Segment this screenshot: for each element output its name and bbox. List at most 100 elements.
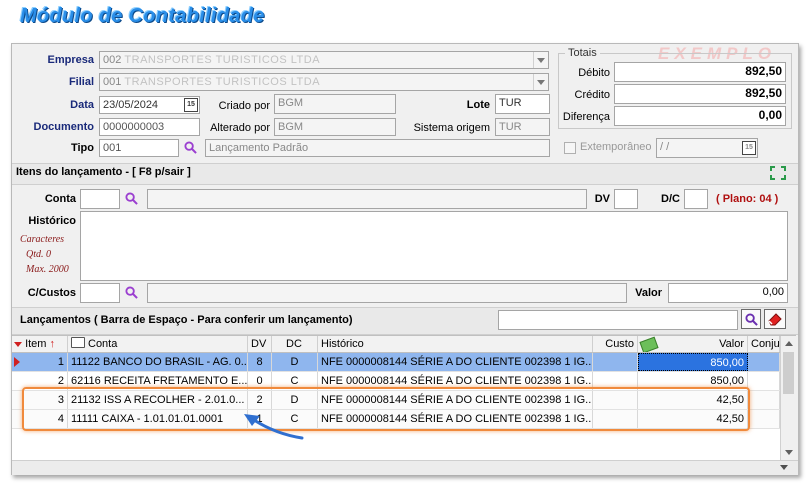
col-conta[interactable]: Conta <box>68 336 248 352</box>
tipo-field[interactable]: 001 <box>99 139 179 157</box>
search-icon[interactable] <box>184 141 197 154</box>
cell-dc: D <box>272 353 318 371</box>
data-value: 23/05/2024 <box>103 99 159 111</box>
chevron-down-icon[interactable] <box>780 465 788 470</box>
data-field[interactable]: 23/05/2024 15 <box>99 96 200 114</box>
conta-descricao <box>147 189 587 209</box>
sistema-origem-label: Sistema origem <box>413 122 490 134</box>
tipo-descricao: Lançamento Padrão <box>205 139 550 157</box>
documento-field[interactable]: 0000000003 <box>99 118 200 136</box>
plano-label: ( Plano: 04 ) <box>716 193 779 205</box>
max-label: Max. 2000 <box>26 264 69 275</box>
extemporaneo-date[interactable]: / / 15 <box>656 138 758 158</box>
grid-header: Item ↑ Conta DV DC Histórico Custo Valor… <box>12 336 780 353</box>
filial-label: Filial <box>68 76 94 88</box>
money-icon <box>639 336 659 352</box>
extemporaneo-label: Extemporâneo <box>580 141 652 153</box>
alterado-por-field[interactable]: BGM <box>274 118 396 136</box>
empresa-code: 002 <box>103 54 122 66</box>
vertical-scrollbar[interactable] <box>780 336 797 460</box>
cell-conju <box>748 372 780 390</box>
ccustos-input[interactable] <box>80 283 120 303</box>
dv-label: DV <box>594 193 610 205</box>
empresa-select[interactable]: 002 TRANSPORTES TURISTICOS LTDA <box>99 51 549 69</box>
status-strip <box>12 460 798 475</box>
sistema-origem-field[interactable]: TUR <box>495 118 550 136</box>
diferenca-label: Diferença <box>562 111 610 123</box>
sort-arrow-icon: ↑ <box>49 338 56 350</box>
col-item-label: Item <box>25 338 47 350</box>
criado-por-field[interactable]: BGM <box>274 94 396 114</box>
itens-title: Itens do lançamento - [ F8 p/sair ] <box>16 166 191 178</box>
cell-conju <box>748 410 780 428</box>
data-label: Data <box>70 99 94 111</box>
filial-select[interactable]: 001 TRANSPORTES TURISTICOS LTDA <box>99 73 549 91</box>
lote-label: Lote <box>466 99 490 111</box>
dc-label: D/C <box>661 193 680 205</box>
col-item[interactable]: Item ↑ <box>12 336 68 352</box>
eraser-icon <box>768 313 782 326</box>
cell-conju <box>748 391 780 409</box>
calendar-icon[interactable]: 15 <box>184 98 198 112</box>
credito-value: 892,50 <box>614 84 786 104</box>
documento-label: Documento <box>33 121 95 133</box>
cell-conta: 11122 BANCO DO BRASIL - AG. 0... <box>68 353 248 371</box>
historico-textarea[interactable] <box>80 211 788 281</box>
caracteres-label: Caracteres <box>20 234 65 245</box>
dv-input[interactable] <box>614 189 638 209</box>
filial-name-masked: TRANSPORTES TURISTICOS LTDA <box>124 76 321 88</box>
dc-input[interactable] <box>684 189 708 209</box>
calendar-icon[interactable]: 15 <box>742 141 756 155</box>
extemporaneo-date-value: / / <box>660 141 670 153</box>
debito-label: Débito <box>578 67 610 79</box>
scrollbar-thumb[interactable] <box>783 352 794 394</box>
col-historico[interactable]: Histórico <box>318 336 593 352</box>
main-window: EXEMPLO Empresa 002 TRANSPORTES TURISTIC… <box>11 43 799 475</box>
scroll-down-icon[interactable] <box>785 450 793 455</box>
expand-icon[interactable] <box>769 165 787 181</box>
ccustos-descricao <box>147 283 627 303</box>
empresa-label: Empresa <box>47 54 94 66</box>
cell-item: 1 <box>12 353 68 371</box>
chevron-down-icon[interactable] <box>533 52 548 68</box>
search-button[interactable] <box>741 309 761 329</box>
scroll-up-icon[interactable] <box>785 341 793 346</box>
historico-label: Histórico <box>28 215 76 227</box>
arrow-pointer-icon <box>244 414 304 440</box>
chevron-down-icon[interactable] <box>533 74 548 90</box>
cell-conju <box>748 353 780 371</box>
search-icon <box>745 313 758 326</box>
cell-custo <box>593 353 638 371</box>
extemporaneo-checkbox[interactable] <box>564 142 576 154</box>
conta-input[interactable] <box>80 189 120 209</box>
lote-field[interactable]: TUR <box>495 94 550 114</box>
col-dc[interactable]: DC <box>272 336 318 352</box>
debito-value: 892,50 <box>614 62 786 82</box>
criado-por-label: Criado por <box>218 100 270 112</box>
lancamentos-search-input[interactable] <box>498 310 738 330</box>
tipo-label: Tipo <box>70 142 94 154</box>
valor-input[interactable]: 0,00 <box>668 283 788 303</box>
conta-label: Conta <box>44 193 76 205</box>
highlight-box <box>22 387 750 431</box>
cell-dv: 8 <box>248 353 272 371</box>
clear-filter-button[interactable] <box>764 309 786 329</box>
col-valor-label: Valor <box>719 338 744 350</box>
credito-label: Crédito <box>574 89 610 101</box>
col-conju[interactable]: Conju <box>748 336 780 352</box>
search-icon[interactable] <box>125 192 138 205</box>
filial-code: 001 <box>103 76 122 88</box>
table-row[interactable]: 1 11122 BANCO DO BRASIL - AG. 0... 8 D NFE 0… <box>12 353 780 372</box>
app-title: Módulo de Contabilidade <box>20 5 265 27</box>
ccustos-label: C/Custos <box>27 287 76 299</box>
col-valor[interactable]: Valor <box>638 336 748 352</box>
col-custo[interactable]: Custo <box>593 336 638 352</box>
totais-legend: Totais <box>565 47 600 59</box>
valor-label: Valor <box>635 287 662 299</box>
card-icon <box>71 337 85 348</box>
search-icon[interactable] <box>125 286 138 299</box>
diferenca-value: 0,00 <box>614 106 786 126</box>
lancamentos-title: Lançamentos ( Barra de Espaço - Para con… <box>20 314 353 326</box>
col-dv[interactable]: DV <box>248 336 272 352</box>
qtd-label: Qtd. 0 <box>26 249 51 260</box>
